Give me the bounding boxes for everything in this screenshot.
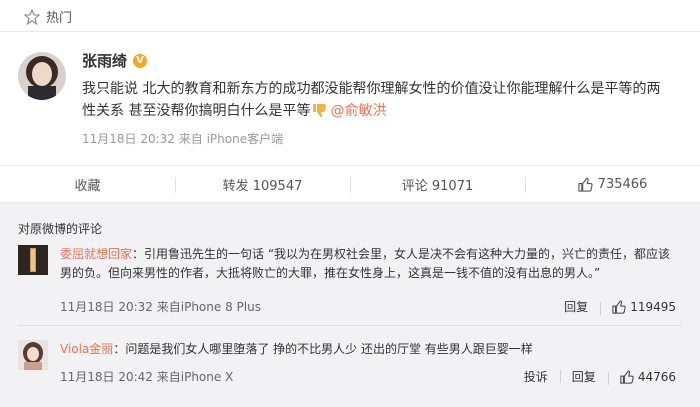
comment-like-count: 119495 (630, 299, 676, 314)
comment-label: 评论 91071 (401, 178, 474, 194)
comment-avatar-image (18, 245, 48, 275)
like-button[interactable]: 735466 (525, 166, 700, 202)
reply-label: 回复 (571, 370, 596, 384)
comment-avatar[interactable] (18, 245, 48, 275)
report-button[interactable]: 投诉 (512, 368, 560, 385)
comment-like-button[interactable]: 119495 (600, 299, 688, 315)
star-icon (24, 8, 40, 25)
reply-button[interactable]: 回复 (559, 368, 608, 385)
favorite-label: 收藏 (74, 178, 101, 194)
avatar-image (18, 52, 66, 100)
comment-actions: 投诉 回复 44766 (512, 368, 688, 385)
favorite-button[interactable]: 收藏 (0, 166, 175, 202)
post-actions: 收藏 转发 109547 评论 91071 735466 (0, 165, 700, 203)
top-bar: 热门 (0, 0, 700, 32)
comment-button[interactable]: 评论 91071 (350, 166, 525, 202)
post-text: 我只能说 北大的教育和新东方的成功都没能帮你理解女性的价值没让你能理解什么是平等… (82, 78, 692, 122)
post-text-line1: 我只能说 北大的教育和新东方的成功都没能帮你理解女性的价值没让你能理解什么是平等… (82, 81, 661, 97)
comment-text: ：引用鲁迅先生的一句话 “我以为在男权社会里，女人是决不会有这种大力量的，兴亡的… (60, 247, 671, 280)
post-meta: 11月18日 20:32 来自 iPhone客户端 (82, 132, 284, 146)
comment-body: Viola金丽：问题是我们女人哪里堕落了 挣的不比男人少 还出的厅堂 有些男人跟… (60, 340, 680, 359)
thumbs-down-emoji-icon (313, 104, 327, 118)
post-text-line2: 性关系 甚至没帮你搞明白什么是平等 (82, 103, 311, 119)
comment-meta: 11月18日 20:42 来自iPhone X (60, 370, 234, 384)
thumbs-up-icon (578, 177, 593, 192)
comment-like-count: 44766 (637, 369, 676, 384)
comment-avatar-image (18, 340, 48, 370)
thumbs-up-icon (620, 369, 634, 384)
comment-username[interactable]: Viola金丽 (60, 342, 113, 356)
comment-like-button[interactable]: 44766 (607, 369, 688, 385)
like-count: 735466 (597, 176, 648, 192)
comment-actions: 回复 119495 (552, 298, 688, 315)
reply-label: 回复 (564, 300, 589, 314)
comment-item: 委屈就想回家：引用鲁迅先生的一句话 “我以为在男权社会里，女人是决不会有这种大力… (18, 245, 688, 317)
verified-badge-icon: V (133, 53, 148, 68)
comments-section: 对原微博的评论 委屈就想回家：引用鲁迅先生的一句话 “我以为在男权社会里，女人是… (0, 203, 700, 407)
comment-item: Viola金丽：问题是我们女人哪里堕落了 挣的不比男人少 还出的厅堂 有些男人跟… (18, 340, 688, 395)
comments-title: 对原微博的评论 (18, 222, 103, 236)
thumbs-up-icon (612, 299, 626, 314)
comment-text: ：问题是我们女人哪里堕落了 挣的不比男人少 还出的厅堂 有些男人跟巨婴一样 (113, 342, 533, 356)
reply-button[interactable]: 回复 (552, 298, 600, 315)
author-name[interactable]: 张雨绮 (82, 50, 127, 71)
repost-button[interactable]: 转发 109547 (175, 166, 350, 202)
repost-label: 转发 109547 (222, 178, 303, 194)
mention-link[interactable]: @俞敏洪 (330, 103, 386, 119)
weibo-post: 张雨绮 V 我只能说 北大的教育和新东方的成功都没能帮你理解女性的价值没让你能理… (0, 32, 700, 165)
hot-tab[interactable]: 热门 (24, 7, 72, 26)
post-author: 张雨绮 V (82, 50, 148, 71)
avatar[interactable] (18, 52, 66, 100)
comment-meta: 11月18日 20:32 来自iPhone 8 Plus (60, 300, 261, 314)
comment-avatar[interactable] (18, 340, 48, 370)
report-label: 投诉 (523, 370, 548, 384)
comment-divider (18, 325, 682, 326)
comment-username[interactable]: 委屈就想回家 (60, 247, 132, 261)
hot-label: 热门 (46, 11, 73, 26)
post-text-line2-wrap: 性关系 甚至没帮你搞明白什么是平等 @俞敏洪 (82, 100, 692, 122)
comment-body: 委屈就想回家：引用鲁迅先生的一句话 “我以为在男权社会里，女人是决不会有这种大力… (60, 245, 680, 283)
